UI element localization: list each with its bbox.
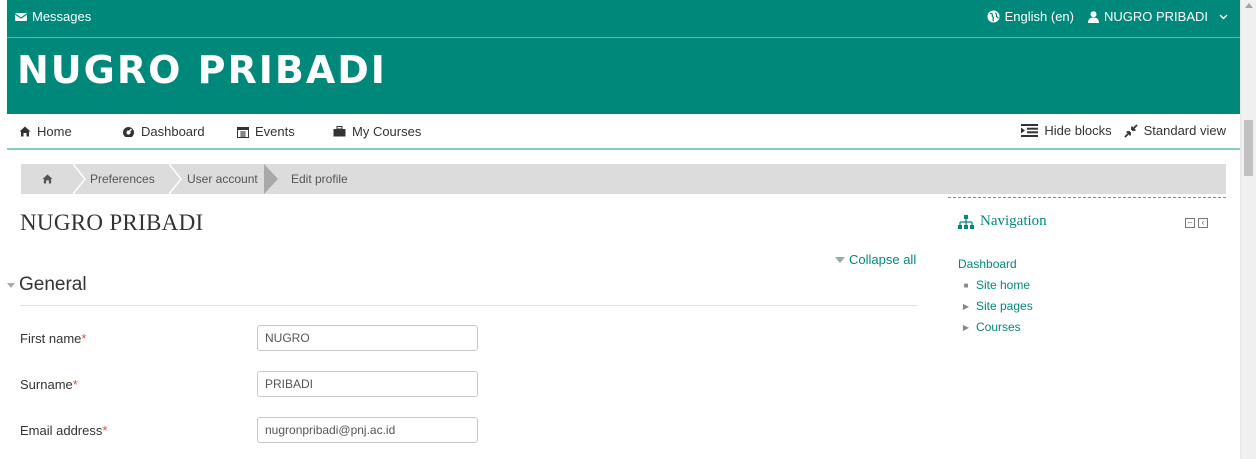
vertical-scrollbar[interactable] xyxy=(1240,0,1256,459)
standard-view-button[interactable]: Standard view xyxy=(1123,123,1226,138)
user-icon xyxy=(1087,10,1099,23)
square-bullet-icon: ■ xyxy=(963,280,969,290)
nav-site-home[interactable]: ■ Site home xyxy=(962,278,1030,292)
section-general-toggle[interactable]: General xyxy=(7,274,87,296)
hide-blocks-button[interactable]: Hide blocks xyxy=(1021,123,1112,138)
email-label: Email address* xyxy=(20,423,107,438)
nav-item-label: Events xyxy=(255,124,295,139)
breadcrumb-separator xyxy=(73,164,86,194)
section-title: General xyxy=(19,274,87,295)
section-divider xyxy=(20,305,918,306)
user-name-label: NUGRO PRIBADI xyxy=(1103,9,1208,24)
site-name[interactable]: NUGRO PRIBADI xyxy=(17,48,387,92)
messages-link[interactable]: Messages xyxy=(15,9,91,24)
standard-view-label: Standard view xyxy=(1143,123,1226,138)
required-marker: * xyxy=(72,377,78,392)
breadcrumb-separator xyxy=(169,164,182,194)
nav-item-my-courses[interactable]: My Courses xyxy=(333,124,421,139)
page: Messages English (en) NUGRO PRIBADI NUGR… xyxy=(7,0,1240,459)
breadcrumb-item[interactable]: Preferences xyxy=(90,164,155,194)
breadcrumb-home[interactable] xyxy=(21,164,73,194)
email-input[interactable] xyxy=(257,417,478,443)
scrollbar-thumb[interactable] xyxy=(1244,120,1253,176)
home-icon xyxy=(19,126,31,137)
required-marker: * xyxy=(81,331,87,346)
breadcrumb-separator xyxy=(264,164,278,194)
surname-input[interactable] xyxy=(257,371,478,397)
nav-courses-label: Courses xyxy=(976,320,1021,334)
first-name-input[interactable] xyxy=(257,325,478,351)
nav-item-events[interactable]: Events xyxy=(237,124,295,139)
nav-item-label: My Courses xyxy=(352,124,422,139)
first-name-label: First name* xyxy=(20,331,86,346)
compress-icon xyxy=(1123,123,1138,138)
surname-row: Surname* xyxy=(20,371,490,399)
nav-site-pages-label: Site pages xyxy=(976,299,1033,313)
first-name-row: First name* xyxy=(20,325,490,353)
top-bar: Messages English (en) NUGRO PRIBADI xyxy=(7,0,1240,38)
email-row: Email address* xyxy=(20,417,490,445)
dashboard-icon xyxy=(123,127,134,137)
chevron-down-icon xyxy=(1219,14,1228,19)
caret-down-icon xyxy=(835,256,845,263)
sitemap-icon xyxy=(958,214,974,229)
field-label-text: Email address xyxy=(20,423,103,438)
envelope-icon xyxy=(15,12,27,21)
hide-blocks-label: Hide blocks xyxy=(1044,123,1112,138)
field-label-text: First name xyxy=(20,331,82,346)
nav-site-pages[interactable]: ▶ Site pages xyxy=(962,299,1033,313)
minimize-block-icon[interactable]: – xyxy=(1185,218,1195,228)
home-icon xyxy=(42,174,52,184)
breadcrumb: Preferences User account Edit profile xyxy=(21,164,1226,194)
nav-item-dashboard[interactable]: Dashboard xyxy=(122,124,205,139)
messages-label: Messages xyxy=(32,9,92,24)
navigation-block-title: Navigation xyxy=(980,213,1047,229)
globe-icon xyxy=(987,10,1000,23)
site-header: NUGRO PRIBADI xyxy=(7,38,1240,114)
nav-item-home[interactable]: Home xyxy=(19,124,72,139)
nav-item-label: Home xyxy=(37,124,72,139)
indent-icon xyxy=(1021,124,1039,137)
calendar-icon xyxy=(237,126,249,138)
nav-item-label: Dashboard xyxy=(141,124,205,139)
navigation-block-header: Navigation xyxy=(958,213,1047,230)
required-marker: * xyxy=(102,423,108,438)
collapse-all-label: Collapse all xyxy=(849,252,917,267)
dock-block-icon[interactable]: ‹ xyxy=(1198,218,1208,228)
scroll-up-arrow-icon[interactable] xyxy=(1245,3,1253,8)
briefcase-icon xyxy=(333,126,346,137)
custom-menu-bar: Home Dashboard Events My Courses Hide bl… xyxy=(7,114,1240,150)
nav-courses[interactable]: ▶ Courses xyxy=(962,320,1021,334)
nav-site-home-label: Site home xyxy=(976,278,1031,292)
caret-down-icon xyxy=(7,282,15,288)
page-title: NUGRO PRIBADI xyxy=(20,210,204,235)
user-menu[interactable]: NUGRO PRIBADI xyxy=(1087,9,1228,24)
block-divider xyxy=(948,197,1226,198)
language-menu[interactable]: English (en) xyxy=(987,9,1074,24)
language-label: English (en) xyxy=(1004,9,1074,24)
surname-label: Surname* xyxy=(20,377,78,392)
field-label-text: Surname xyxy=(20,377,73,392)
caret-right-icon: ▶ xyxy=(962,322,970,332)
caret-right-icon: ▶ xyxy=(962,301,970,311)
breadcrumb-item[interactable]: User account xyxy=(187,164,258,194)
nav-dashboard-link[interactable]: Dashboard xyxy=(958,257,1017,271)
breadcrumb-current: Edit profile xyxy=(291,172,348,186)
collapse-all-link[interactable]: Collapse all xyxy=(835,252,916,267)
